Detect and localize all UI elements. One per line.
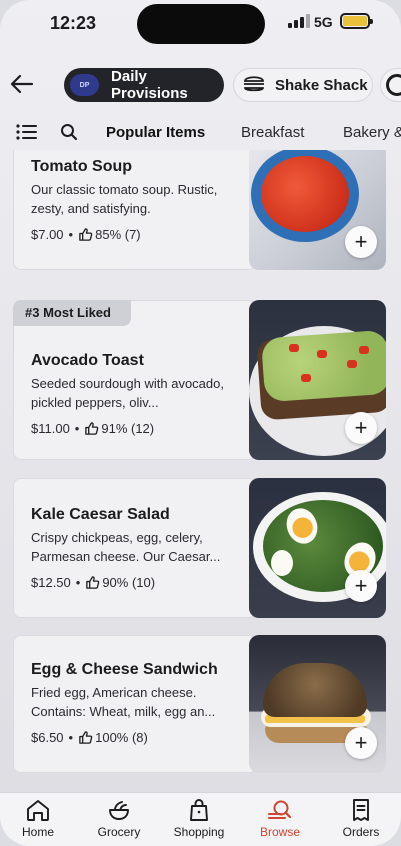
menu-item-price: $7.00 xyxy=(31,227,64,242)
list-icon[interactable] xyxy=(16,122,38,147)
battery-icon xyxy=(340,13,373,29)
orders-icon xyxy=(353,799,369,821)
store-chip-more[interactable] xyxy=(380,68,401,102)
menu-item-info: Tomato Soup Our classic tomato soup. Rus… xyxy=(13,150,257,270)
burger-icon xyxy=(243,73,265,97)
nav-orders[interactable]: Orders xyxy=(326,797,396,839)
status-bar: 12:23 5G xyxy=(0,0,401,50)
menu-item-name: Kale Caesar Salad xyxy=(31,506,170,523)
store-logo-icon: DP xyxy=(70,74,100,96)
add-to-cart-button[interactable]: + xyxy=(345,570,377,602)
most-liked-badge: #3 Most Liked xyxy=(13,300,131,326)
search-icon[interactable] xyxy=(60,123,78,146)
shopping-bag-icon xyxy=(190,799,208,821)
menu-item-meta: $12.50 • 90% (10) xyxy=(31,575,156,590)
nav-browse[interactable]: Browse xyxy=(245,797,315,839)
grocery-icon xyxy=(109,801,129,820)
add-to-cart-button[interactable]: + xyxy=(345,727,377,759)
menu-item-price: $12.50 xyxy=(31,575,71,590)
menu-item-meta: $6.50 • 100% (8) xyxy=(31,730,148,745)
signal-icon xyxy=(288,14,310,28)
menu-item-meta: $11.00 • 91% (12) xyxy=(31,421,155,436)
nav-label: Browse xyxy=(259,825,300,839)
nav-grocery[interactable]: Grocery xyxy=(84,797,154,839)
menu-item-info: #3 Most Liked Avocado Toast Seeded sourd… xyxy=(13,300,257,460)
tab-bakery[interactable]: Bakery & xyxy=(343,124,401,141)
app-screen: 12:23 5G DP Daily Provisions Shake Shack xyxy=(0,0,401,846)
thumbs-up-icon xyxy=(86,576,100,589)
thumbs-up-icon xyxy=(79,731,93,744)
menu-item-description: Fried egg, American cheese. Contains: Wh… xyxy=(31,685,216,719)
store-chip-daily-provisions[interactable]: DP Daily Provisions xyxy=(64,68,224,102)
tab-popular-items[interactable]: Popular Items xyxy=(106,124,206,153)
nav-shopping[interactable]: Shopping xyxy=(164,797,234,839)
add-to-cart-button[interactable]: + xyxy=(345,412,377,444)
menu-item-description: Seeded sourdough with avocado, pickled p… xyxy=(31,376,224,410)
thumbs-up-icon xyxy=(79,228,93,241)
store-selector: DP Daily Provisions Shake Shack xyxy=(0,66,401,104)
menu-item-rating: 85% (7) xyxy=(95,227,141,242)
nav-label: Grocery xyxy=(97,825,141,839)
menu-item-description: Crispy chickpeas, egg, celery, Parmesan … xyxy=(31,530,221,564)
store-chip-label: Daily Provisions xyxy=(111,68,188,102)
menu-item-card[interactable]: Kale Caesar Salad Crispy chickpeas, egg,… xyxy=(13,478,386,618)
menu-item-rating: 90% (10) xyxy=(102,575,156,590)
category-tabs: Popular Items Breakfast Bakery & xyxy=(0,112,401,154)
dynamic-island xyxy=(137,4,265,44)
browse-icon xyxy=(268,800,292,819)
menu-item-info: Kale Caesar Salad Crispy chickpeas, egg,… xyxy=(13,478,257,618)
menu-item-meta: $7.00 • 85% (7) xyxy=(31,227,141,242)
menu-item-rating: 100% (8) xyxy=(95,730,148,745)
bottom-navigation: Home Grocery Shopping Browse Orders xyxy=(0,792,401,846)
menu-item-price: $11.00 xyxy=(31,421,70,436)
home-icon xyxy=(27,800,49,821)
menu-item-info: Egg & Cheese Sandwich Fried egg, America… xyxy=(13,635,257,773)
menu-item-rating: 91% (12) xyxy=(101,421,155,436)
menu-item-description: Our classic tomato soup. Rustic, zesty, … xyxy=(31,182,218,216)
menu-item-name: Tomato Soup xyxy=(31,158,133,175)
store-chip-shake-shack[interactable]: Shake Shack xyxy=(233,68,373,102)
add-to-cart-button[interactable]: + xyxy=(345,226,377,258)
network-label: 5G xyxy=(314,14,333,30)
nav-home[interactable]: Home xyxy=(3,797,73,839)
menu-item-name: Egg & Cheese Sandwich xyxy=(31,661,218,678)
arrow-left-icon[interactable] xyxy=(8,70,36,98)
nav-label: Orders xyxy=(342,825,380,839)
menu-item-list: Tomato Soup Our classic tomato soup. Rus… xyxy=(0,150,401,794)
store-chip-label: Shake Shack xyxy=(275,76,368,94)
menu-item-card[interactable]: Egg & Cheese Sandwich Fried egg, America… xyxy=(13,635,386,773)
nav-label: Home xyxy=(21,825,54,839)
menu-item-card[interactable]: Tomato Soup Our classic tomato soup. Rus… xyxy=(13,150,386,270)
thumbs-up-icon xyxy=(85,422,99,435)
status-time: 12:23 xyxy=(50,13,97,33)
menu-item-card[interactable]: #3 Most Liked Avocado Toast Seeded sourd… xyxy=(13,300,386,460)
store-logo-icon xyxy=(386,74,401,96)
menu-item-name: Avocado Toast xyxy=(31,352,144,369)
nav-label: Shopping xyxy=(173,825,225,839)
tab-breakfast[interactable]: Breakfast xyxy=(241,124,304,141)
menu-item-price: $6.50 xyxy=(31,730,64,745)
